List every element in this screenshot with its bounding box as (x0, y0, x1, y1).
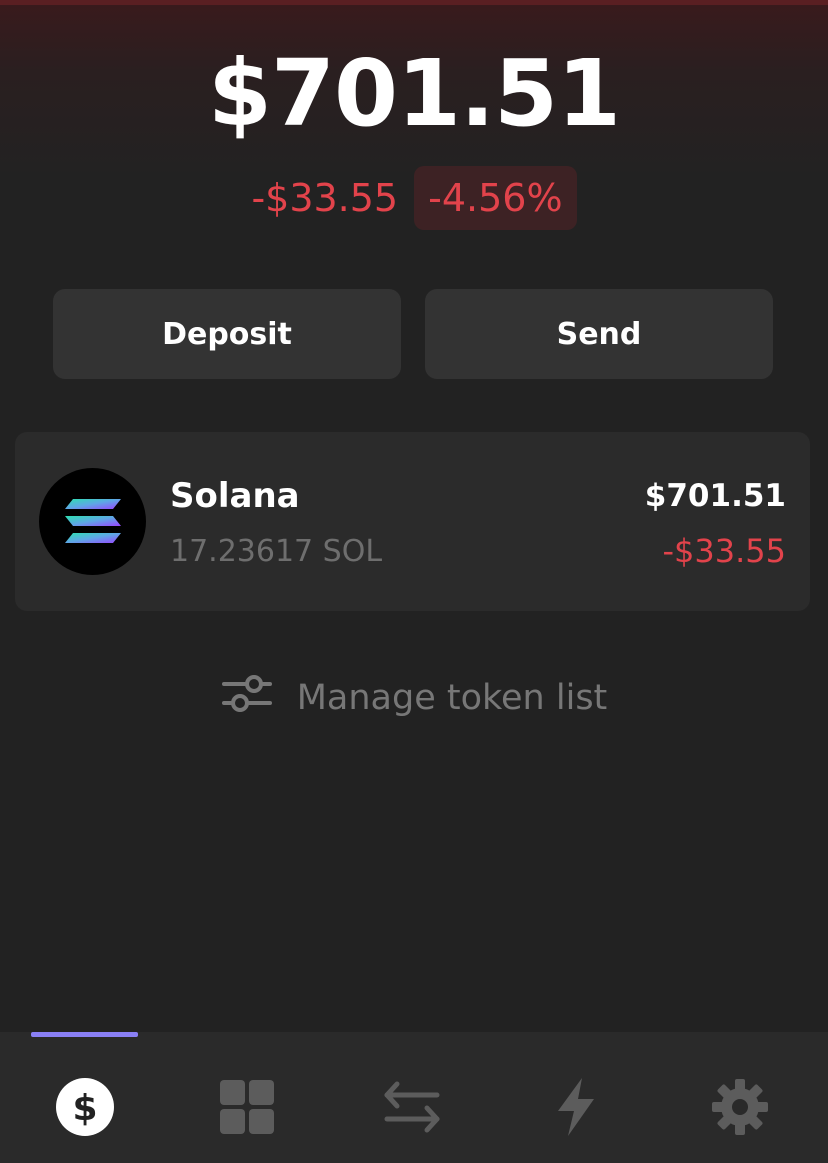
deposit-button[interactable]: Deposit (53, 289, 401, 379)
nav-tab-wallet[interactable]: $ (50, 1072, 120, 1142)
nav-tab-settings[interactable] (705, 1072, 775, 1142)
header-top-border (0, 0, 828, 5)
gear-icon (712, 1079, 768, 1135)
send-button[interactable]: Send (425, 289, 773, 379)
nav-tab-activity[interactable] (541, 1072, 611, 1142)
manage-token-list-label: Manage token list (296, 677, 608, 718)
svg-text:$: $ (72, 1088, 97, 1129)
portfolio-change-amount: -$33.55 (251, 176, 399, 220)
lightning-icon (558, 1078, 594, 1136)
token-change: -$33.55 (662, 532, 786, 570)
token-row-solana[interactable]: Solana 17.23617 SOL $701.51 -$33.55 (15, 432, 810, 611)
grid-icon (220, 1080, 274, 1134)
sliders-icon (221, 672, 273, 723)
wallet-app: $701.51 -$33.55 -4.56% Deposit Send Sola… (0, 0, 828, 1163)
token-amount: 17.23617 SOL (170, 534, 383, 569)
portfolio-balance: $701.51 (207, 40, 621, 147)
swap-icon (384, 1081, 440, 1133)
token-value: $701.51 (644, 478, 786, 514)
token-name: Solana (170, 476, 300, 516)
manage-token-list-button[interactable]: Manage token list (0, 672, 828, 723)
action-buttons: Deposit Send (53, 289, 773, 379)
solana-logo (39, 468, 146, 575)
portfolio-change-row: -$33.55 -4.56% (0, 166, 828, 230)
nav-tab-collectibles[interactable] (212, 1072, 282, 1142)
nav-active-indicator (31, 1032, 138, 1037)
portfolio-change-percent-badge: -4.56% (414, 166, 577, 230)
nav-tab-swap[interactable] (377, 1072, 447, 1142)
dollar-icon: $ (56, 1078, 114, 1136)
bottom-nav: $ (0, 1032, 828, 1163)
